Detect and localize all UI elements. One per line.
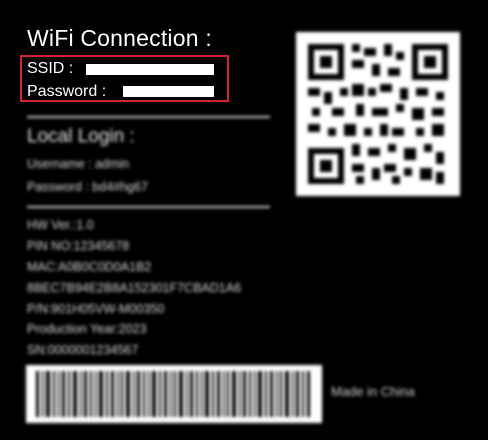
local-login-title: Local Login : <box>27 126 135 147</box>
divider-middle <box>27 206 270 208</box>
wifi-connection-title: WiFi Connection : <box>27 25 212 51</box>
local-password: Password : bd4#hg67 <box>27 180 148 194</box>
hw-version: HW Ver.:1.0 <box>27 218 94 232</box>
mac-address: MAC:A0B0C0D0A1B2 <box>27 260 152 274</box>
hex-code: 8BEC7B94E2B8A152301F7CBAD1A6 <box>27 281 242 295</box>
part-number: P/N:901H05VW-M00350 <box>27 302 165 316</box>
local-username: Username : admin <box>27 157 130 171</box>
barcode <box>26 365 322 423</box>
password-redacted-bar <box>123 86 214 97</box>
serial-number: SN:0000001234567 <box>27 343 139 357</box>
made-in-label: Made in China <box>331 384 415 399</box>
ssid-label: SSID : <box>27 60 74 77</box>
qr-code <box>296 32 460 196</box>
ssid-redacted-bar <box>86 64 214 75</box>
wifi-password-label: Password : <box>27 83 107 100</box>
divider-top <box>27 116 270 118</box>
production-year: Production Year:2023 <box>27 322 147 336</box>
pin-number: PIN NO:12345678 <box>27 239 130 253</box>
